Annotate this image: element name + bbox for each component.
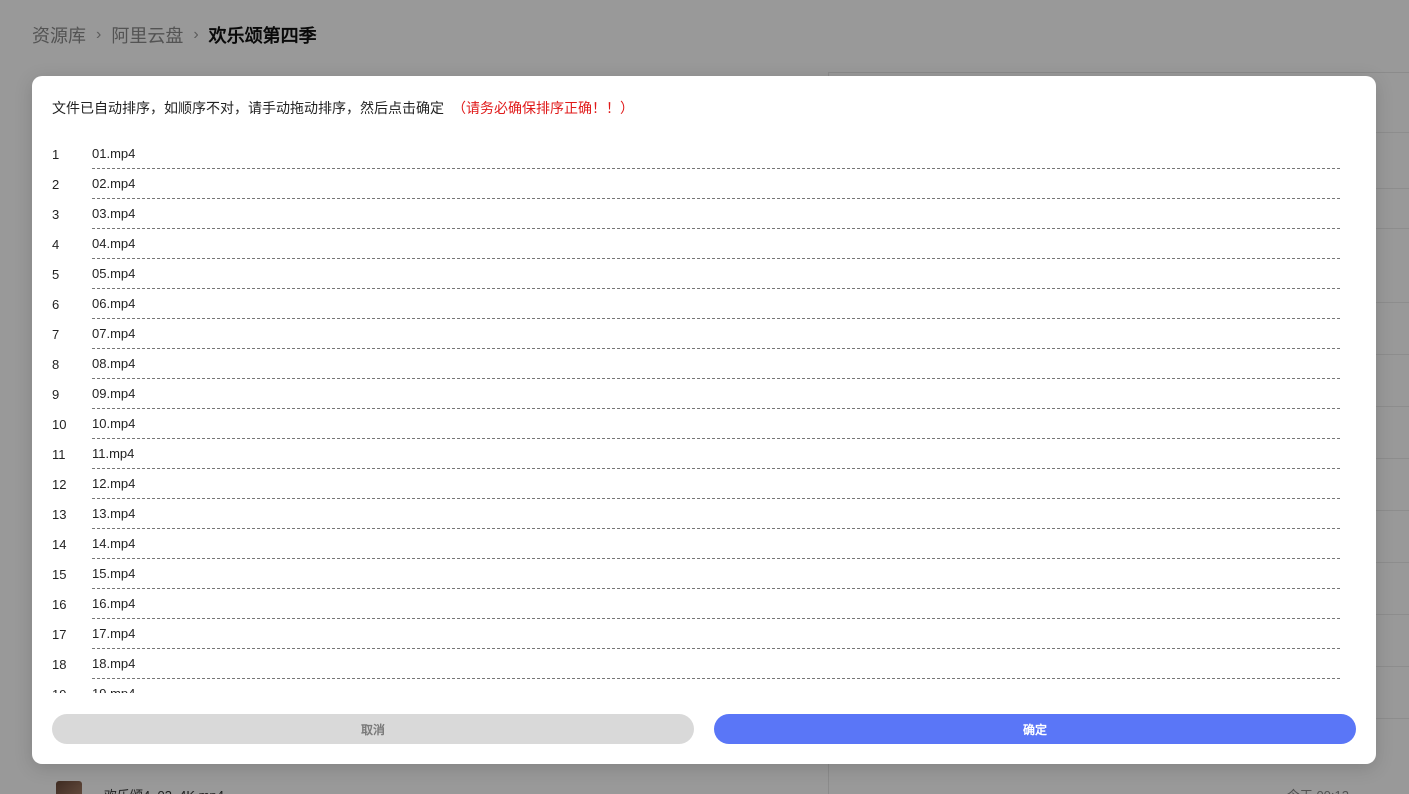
file-name: 01.mp4 bbox=[92, 139, 1340, 169]
file-order-index: 6 bbox=[52, 296, 60, 312]
file-name: 06.mp4 bbox=[92, 289, 1340, 319]
file-order-index: 16 bbox=[52, 596, 67, 612]
file-order-index: 17 bbox=[52, 626, 67, 642]
file-name: 16.mp4 bbox=[92, 589, 1340, 619]
file-row[interactable]: 12 12.mp4 bbox=[52, 469, 1340, 499]
file-name: 18.mp4 bbox=[92, 649, 1340, 679]
file-name: 14.mp4 bbox=[92, 529, 1340, 559]
file-order-index: 3 bbox=[52, 206, 60, 222]
file-row[interactable]: 9 09.mp4 bbox=[52, 379, 1340, 409]
file-order-index: 4 bbox=[52, 236, 60, 252]
file-name: 19.mp4 bbox=[92, 679, 1340, 693]
file-order-index: 13 bbox=[52, 506, 67, 522]
file-name: 17.mp4 bbox=[92, 619, 1340, 649]
file-name: 07.mp4 bbox=[92, 319, 1340, 349]
file-order-index: 15 bbox=[52, 566, 67, 582]
file-order-index: 12 bbox=[52, 476, 67, 492]
file-name: 09.mp4 bbox=[92, 379, 1340, 409]
sort-instruction-text: 文件已自动排序，如顺序不对，请手动拖动排序，然后点击确定 bbox=[52, 100, 444, 116]
file-name: 05.mp4 bbox=[92, 259, 1340, 289]
sort-notice: 文件已自动排序，如顺序不对，请手动拖动排序，然后点击确定 （请务必确保排序正确！！… bbox=[52, 98, 634, 118]
file-order-index: 10 bbox=[52, 416, 67, 432]
file-order-index: 9 bbox=[52, 386, 60, 402]
file-row[interactable]: 7 07.mp4 bbox=[52, 319, 1340, 349]
cancel-button[interactable]: 取消 bbox=[52, 714, 694, 744]
file-order-index: 1 bbox=[52, 146, 60, 162]
file-name: 02.mp4 bbox=[92, 169, 1340, 199]
file-order-index: 5 bbox=[52, 266, 60, 282]
file-row[interactable]: 3 03.mp4 bbox=[52, 199, 1340, 229]
confirm-button[interactable]: 确定 bbox=[714, 714, 1356, 744]
file-name: 03.mp4 bbox=[92, 199, 1340, 229]
file-row[interactable]: 5 05.mp4 bbox=[52, 259, 1340, 289]
file-row[interactable]: 11 11.mp4 bbox=[52, 439, 1340, 469]
sort-files-dialog: 文件已自动排序，如顺序不对，请手动拖动排序，然后点击确定 （请务必确保排序正确！！… bbox=[32, 76, 1376, 764]
file-order-index: 14 bbox=[52, 536, 67, 552]
file-row[interactable]: 1919.mp4 bbox=[52, 679, 1340, 693]
file-row[interactable]: 17 17.mp4 bbox=[52, 619, 1340, 649]
file-name: 12.mp4 bbox=[92, 469, 1340, 499]
file-name: 10.mp4 bbox=[92, 409, 1340, 439]
app-root: 资源库 › 阿里云盘 › 欢乐颂第四季 欢乐颂4_03_4K.mp4 今天 00… bbox=[0, 0, 1409, 794]
file-order-index: 7 bbox=[52, 326, 60, 342]
file-row[interactable]: 15 15.mp4 bbox=[52, 559, 1340, 589]
file-row[interactable]: 2 02.mp4 bbox=[52, 169, 1340, 199]
file-name: 13.mp4 bbox=[92, 499, 1340, 529]
file-order-index: 2 bbox=[52, 176, 60, 192]
file-name: 04.mp4 bbox=[92, 229, 1340, 259]
file-row[interactable]: 10 10.mp4 bbox=[52, 409, 1340, 439]
file-row[interactable]: 18 18.mp4 bbox=[52, 649, 1340, 679]
file-row[interactable]: 1 01.mp4 bbox=[52, 139, 1340, 169]
file-order-index: 11 bbox=[52, 446, 66, 462]
sort-warning-text: （请务必确保排序正确！！） bbox=[452, 100, 634, 116]
file-row[interactable]: 6 06.mp4 bbox=[52, 289, 1340, 319]
file-row[interactable]: 4 04.mp4 bbox=[52, 229, 1340, 259]
file-row[interactable]: 13 13.mp4 bbox=[52, 499, 1340, 529]
file-name: 15.mp4 bbox=[92, 559, 1340, 589]
file-name: 08.mp4 bbox=[92, 349, 1340, 379]
file-row[interactable]: 8 08.mp4 bbox=[52, 349, 1340, 379]
file-order-index: 19 bbox=[52, 687, 92, 694]
file-row[interactable]: 14 14.mp4 bbox=[52, 529, 1340, 559]
file-name: 11.mp4 bbox=[92, 439, 1340, 469]
file-order-index: 8 bbox=[52, 356, 60, 372]
sortable-file-list[interactable]: 1 01.mp4 2 02.mp4 3 03.mp4 4 04.mp4 5 05.mp4 6 06.m… bbox=[52, 139, 1340, 693]
file-row[interactable]: 16 16.mp4 bbox=[52, 589, 1340, 619]
file-order-index: 18 bbox=[52, 656, 67, 672]
